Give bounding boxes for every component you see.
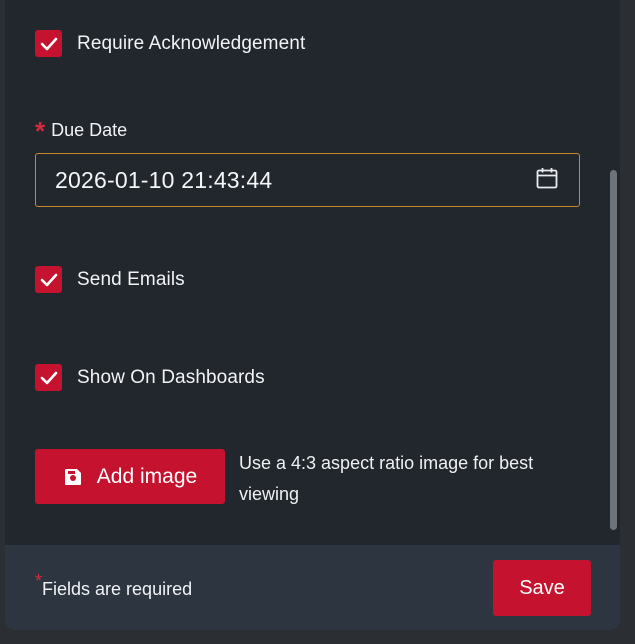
image-hint-text: Use a 4:3 aspect ratio image for best vi… (239, 453, 534, 504)
form-footer: *Fields are required Save (5, 545, 620, 630)
window-edge (620, 0, 635, 644)
show-on-dashboards-row[interactable]: Show On Dashboards (35, 364, 265, 391)
add-image-label: Add image (96, 464, 198, 488)
required-fields-text: Fields are required (42, 579, 193, 599)
due-date-label: Due Date (51, 120, 128, 140)
show-on-dashboards-checkbox[interactable] (35, 364, 62, 391)
due-date-value[interactable]: 2026-01-10 21:43:44 (55, 167, 272, 194)
due-date-label-row: * Due Date (35, 115, 128, 146)
send-emails-checkbox[interactable] (35, 266, 62, 293)
send-emails-label: Send Emails (77, 268, 185, 290)
scrollbar-thumb[interactable] (610, 170, 617, 530)
send-emails-row[interactable]: Send Emails (35, 266, 185, 293)
required-marker: * (35, 115, 46, 146)
add-image-button[interactable]: Add image (35, 449, 225, 504)
form-panel: Require Acknowledgement * Due Date 2026-… (5, 0, 620, 630)
require-acknowledgement-label: Require Acknowledgement (77, 32, 306, 54)
checkmark-icon (40, 371, 57, 384)
checkmark-icon (40, 273, 57, 286)
due-date-input[interactable]: 2026-01-10 21:43:44 (35, 153, 580, 207)
show-on-dashboards-label: Show On Dashboards (77, 366, 265, 388)
image-upload-icon (63, 467, 83, 487)
required-fields-note: *Fields are required (35, 571, 193, 600)
require-acknowledgement-row[interactable]: Require Acknowledgement (35, 30, 305, 57)
required-marker: * (35, 571, 43, 591)
checkmark-icon (40, 37, 57, 50)
require-acknowledgement-checkbox[interactable] (35, 30, 62, 57)
form-scroll-area[interactable]: Require Acknowledgement * Due Date 2026-… (5, 0, 620, 545)
calendar-icon[interactable] (535, 166, 559, 195)
save-button[interactable]: Save (493, 560, 591, 616)
